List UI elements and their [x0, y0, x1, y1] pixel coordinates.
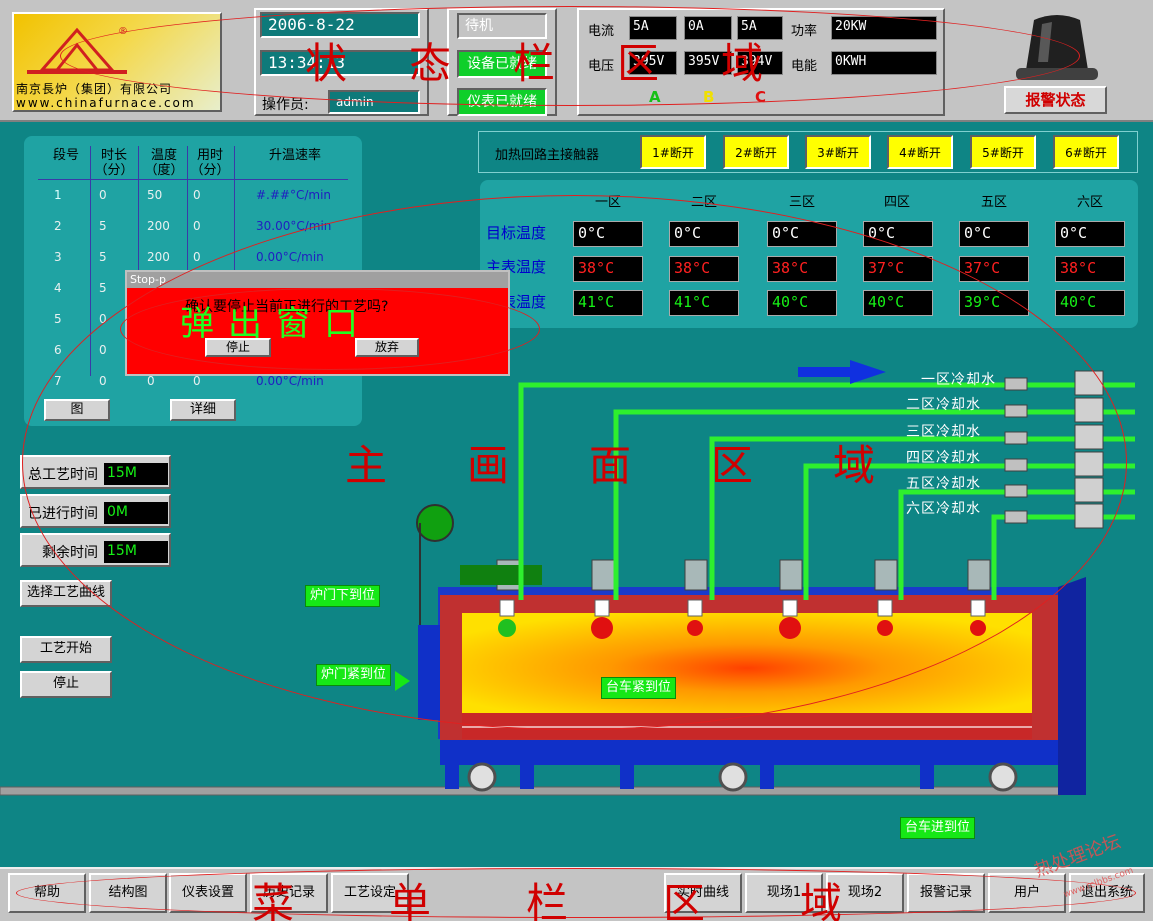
- menu-area-annotation: 菜单栏区域: [252, 879, 938, 921]
- contactor-4-button[interactable]: 4#断开: [887, 135, 953, 169]
- col-header-rate: 升温速率: [268, 148, 321, 163]
- contactor-panel: 加热回路主接触器 1#断开 2#断开 3#断开 4#断开 5#断开 6#断开: [478, 131, 1138, 173]
- main-temp-zone-4: 37°C: [863, 256, 933, 282]
- zone-2-header: 二区: [690, 195, 717, 210]
- zone-6-header: 六区: [1076, 195, 1103, 210]
- main-temp-zone-1: 38°C: [573, 256, 643, 282]
- target-temp-zone-3: 0°C: [767, 221, 837, 247]
- monitor-temp-zone-1: 41°C: [573, 290, 643, 316]
- cooling-water-6-label: 六区冷却水: [906, 501, 981, 517]
- popup-area-annotation: 弹出窗口: [180, 304, 372, 344]
- temperature-panel: 一区 二区 三区 四区 五区 六区 目标温度 主表温度 监表温度 0°C 0°C 0…: [480, 180, 1138, 328]
- contactor-5-button[interactable]: 5#断开: [970, 135, 1036, 169]
- contactor-2-button[interactable]: 2#断开: [723, 135, 789, 169]
- monitor-temp-zone-2: 41°C: [669, 290, 739, 316]
- alarm-beacon-icon: [1016, 15, 1098, 80]
- contactor-1-button[interactable]: 1#断开: [640, 135, 706, 169]
- col-header-duration: 时长（分）: [94, 148, 134, 178]
- target-temp-zone-4: 0°C: [863, 221, 933, 247]
- zone-1-header: 一区: [594, 195, 621, 210]
- main-temp-zone-2: 38°C: [669, 256, 739, 282]
- zone-4-header: 四区: [883, 195, 910, 210]
- menu-instrument-settings[interactable]: 仪表设置: [169, 873, 247, 913]
- target-temp-zone-1: 0°C: [573, 221, 643, 247]
- menu-structure[interactable]: 结构图: [89, 873, 167, 913]
- monitor-temp-zone-5: 39°C: [959, 290, 1029, 316]
- target-temp-zone-2: 0°C: [669, 221, 739, 247]
- target-temp-label: 目标温度: [486, 224, 547, 242]
- company-url: www.chinafurnace.com: [16, 96, 196, 110]
- status-area-annotation: 状态栏区域: [305, 39, 826, 88]
- dialog-title: Stop-p: [127, 272, 508, 288]
- monitor-temp-zone-4: 40°C: [863, 290, 933, 316]
- col-header-used: 用时（分）: [190, 148, 230, 178]
- contactor-label: 加热回路主接触器: [495, 148, 600, 163]
- cooling-water-1-label: 一区冷却水: [921, 372, 996, 388]
- menu-users[interactable]: 用户: [988, 873, 1066, 913]
- contactor-3-button[interactable]: 3#断开: [805, 135, 871, 169]
- car-clamp-tag: 台车紧到位: [601, 677, 677, 699]
- main-area-annotation: 主画面区域: [345, 441, 956, 490]
- col-header-segment: 段号: [52, 148, 79, 163]
- target-temp-zone-5: 0°C: [959, 221, 1029, 247]
- zone-3-header: 三区: [788, 195, 815, 210]
- energy-value: 0KWH: [831, 51, 937, 75]
- car-in-tag: 台车进到位: [900, 817, 976, 839]
- main-temp-zone-6: 38°C: [1055, 256, 1125, 282]
- monitor-temp-zone-3: 40°C: [767, 290, 837, 316]
- alarm-status-button[interactable]: 报警状态: [1004, 86, 1107, 114]
- door-clamp-tag: 炉门紧到位: [316, 664, 392, 686]
- furnace-logo-icon: ®: [27, 26, 128, 74]
- zone-5-header: 五区: [980, 195, 1007, 210]
- cooling-water-2-label: 二区冷却水: [906, 397, 981, 413]
- menu-help[interactable]: 帮助: [8, 873, 86, 913]
- main-temp-zone-5: 37°C: [959, 256, 1029, 282]
- monitor-temp-zone-6: 40°C: [1055, 290, 1125, 316]
- operator-label: 操作员:: [262, 97, 309, 113]
- instrument-ready-indicator: 仪表已就绪: [457, 88, 547, 116]
- target-temp-zone-6: 0°C: [1055, 221, 1125, 247]
- col-header-temperature: 温度（度）: [144, 148, 184, 178]
- power-value: 20KW: [831, 16, 937, 40]
- svg-text:®: ®: [118, 26, 128, 37]
- door-down-tag: 炉门下到位: [305, 585, 381, 607]
- contactor-6-button[interactable]: 6#断开: [1053, 135, 1119, 169]
- company-name: 南京長炉（集团）有限公司: [16, 82, 173, 96]
- main-temp-zone-3: 38°C: [767, 256, 837, 282]
- operator-value: admin: [328, 90, 420, 114]
